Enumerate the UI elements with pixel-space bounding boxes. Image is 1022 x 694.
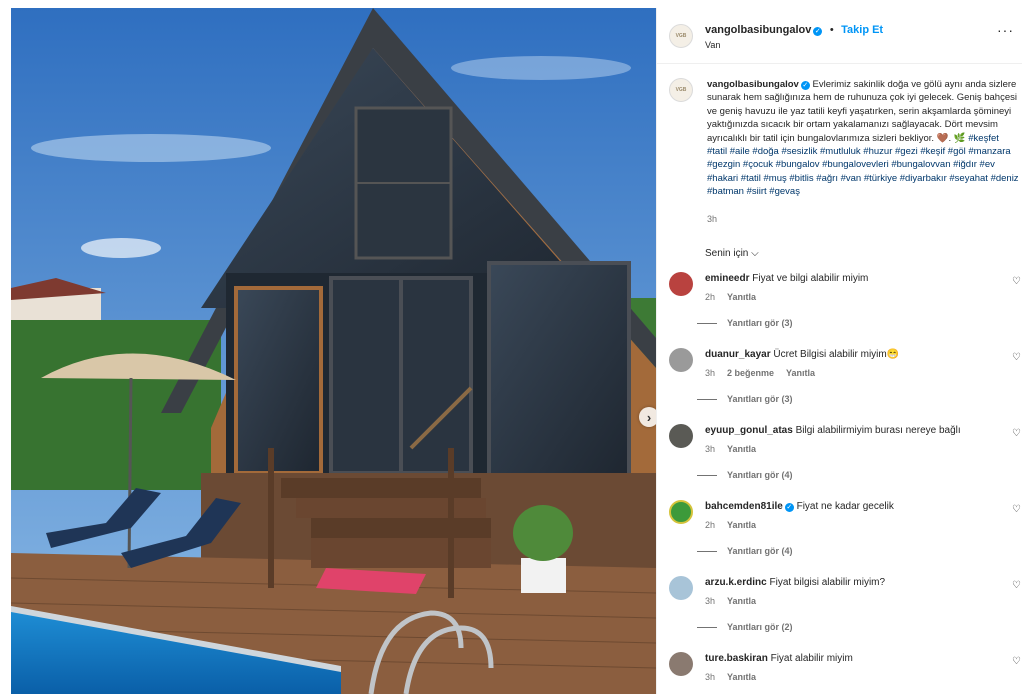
heart-icon[interactable]: ♡: [1012, 276, 1021, 287]
commenter-username[interactable]: eyuup_gonul_atas: [705, 425, 793, 436]
reply-button[interactable]: Yanıtla: [786, 368, 815, 378]
view-replies-button[interactable]: Yanıtları gör (2): [697, 622, 793, 632]
caption-username[interactable]: vangolbasibungalov: [707, 79, 799, 90]
follow-button[interactable]: Takip Et: [841, 24, 883, 36]
comment-item: arzu.k.erdinc Fiyat bilgisi alabilir miy…: [669, 576, 1022, 608]
divider-line: [697, 626, 717, 628]
reply-button[interactable]: Yanıtla: [727, 596, 756, 606]
comment-item: ture.baskiran Fiyat alabilir miyim 3h Yan…: [669, 652, 1022, 684]
heart-icon[interactable]: ♡: [1012, 580, 1021, 591]
commenter-username[interactable]: duanur_kayar: [705, 349, 771, 360]
avatar-text: VGB: [675, 87, 687, 93]
reply-button[interactable]: Yanıtla: [727, 444, 756, 454]
verified-badge-icon: ✓: [784, 503, 794, 512]
reply-button[interactable]: Yanıtla: [727, 672, 756, 682]
heart-icon[interactable]: ♡: [1012, 504, 1021, 515]
separator-dot: •: [829, 24, 834, 37]
view-replies-button[interactable]: Yanıtları gör (4): [697, 546, 793, 556]
comment-time: 3h: [705, 596, 716, 606]
divider-line: [697, 322, 717, 324]
comment-item: bahcemden81ile ✓ Fiyat ne kadar gecelik 2…: [669, 500, 1022, 532]
author-info: vangolbasibungalov ✓ • Takip Et Van: [705, 19, 883, 51]
view-replies-button[interactable]: Yanıtları gör (3): [697, 394, 793, 404]
post-location[interactable]: Van: [705, 40, 883, 52]
bungalow-image: [11, 8, 656, 694]
chevron-right-icon: ›: [646, 409, 652, 425]
commenter-avatar[interactable]: [669, 424, 693, 448]
avatar-text: VGB: [675, 32, 687, 39]
divider-line: [697, 398, 717, 400]
likes-count[interactable]: 2 beğenme: [727, 368, 774, 378]
post-caption: VGB vangolbasibungalov ✓ Evlerimiz sakinl…: [669, 78, 1019, 226]
author-avatar[interactable]: VGB: [669, 23, 693, 48]
commenter-avatar[interactable]: [669, 272, 693, 296]
caption-avatar[interactable]: VGB: [669, 78, 693, 102]
commenter-avatar[interactable]: [669, 348, 693, 372]
view-replies-button[interactable]: Yanıtları gör (3): [697, 318, 793, 328]
commenter-avatar[interactable]: [669, 500, 693, 524]
comment-item: emineedr Fiyat ve bilgi alabilir miyim 2…: [669, 272, 1022, 304]
heart-icon[interactable]: ♡: [1012, 352, 1021, 363]
comment-text: Fiyat ne kadar gecelik: [796, 501, 894, 512]
comment-time: 3h: [705, 444, 716, 454]
reply-button[interactable]: Yanıtla: [727, 520, 756, 530]
verified-badge-icon: ✓: [813, 27, 823, 37]
comment-item: duanur_kayar Ücret Bilgisi alabilir miyi…: [669, 348, 1022, 380]
view-replies-label: Yanıtları gör (3): [727, 394, 793, 404]
comment-text: Fiyat alabilir miyim: [770, 653, 853, 664]
commenter-username[interactable]: arzu.k.erdinc: [705, 577, 767, 588]
view-replies-label: Yanıtları gör (2): [727, 622, 793, 632]
comment-time: 2h: [705, 520, 716, 530]
view-replies-button[interactable]: Yanıtları gör (4): [697, 470, 793, 480]
more-options-button[interactable]: ···: [997, 22, 1014, 38]
divider-line: [697, 474, 717, 476]
heart-icon[interactable]: ♡: [1012, 428, 1021, 439]
caption-body: vangolbasibungalov ✓ Evlerimiz sakinlik d…: [707, 78, 1019, 226]
comment-text: Fiyat ve bilgi alabilir miyim: [752, 273, 869, 284]
commenter-avatar[interactable]: [669, 576, 693, 600]
commenter-username[interactable]: ture.baskiran: [705, 653, 768, 664]
comment-item: eyuup_gonul_atas Bilgi alabilirmiyim bur…: [669, 424, 1022, 456]
comment-text: Bilgi alabilirmiyim burası nereye bağlı: [795, 425, 961, 436]
view-replies-label: Yanıtları gör (4): [727, 546, 793, 556]
comment-time: 3h: [705, 672, 716, 682]
comment-time: 2h: [705, 292, 716, 302]
comment-text: Ücret Bilgisi alabilir miyim😁: [773, 349, 900, 360]
post-viewer: › VGB vangolbasibungalov ✓ • Takip Et Van…: [0, 0, 1022, 694]
author-username[interactable]: vangolbasibungalov: [705, 24, 811, 36]
view-replies-label: Yanıtları gör (3): [727, 318, 793, 328]
comment-text: Fiyat bilgisi alabilir miyim?: [769, 577, 886, 588]
comment-time: 3h: [705, 368, 716, 378]
commenter-avatar[interactable]: [669, 652, 693, 676]
reply-button[interactable]: Yanıtla: [727, 292, 756, 302]
post-photo[interactable]: ›: [11, 8, 656, 694]
view-replies-label: Yanıtları gör (4): [727, 470, 793, 480]
verified-badge-icon: ✓: [800, 81, 810, 90]
caption-time: 3h: [707, 213, 718, 224]
divider-line: [697, 550, 717, 552]
commenter-username[interactable]: emineedr: [705, 273, 749, 284]
next-image-button[interactable]: ›: [639, 407, 656, 427]
commenter-username[interactable]: bahcemden81ile: [705, 501, 783, 512]
post-side-panel: VGB vangolbasibungalov ✓ • Takip Et Van ·…: [656, 8, 1022, 694]
comment-sort-dropdown[interactable]: Senin için ⌵: [705, 248, 759, 259]
heart-icon[interactable]: ♡: [1012, 656, 1021, 667]
post-header: VGB vangolbasibungalov ✓ • Takip Et Van ·…: [657, 8, 1022, 64]
more-icon: ···: [997, 22, 1014, 38]
